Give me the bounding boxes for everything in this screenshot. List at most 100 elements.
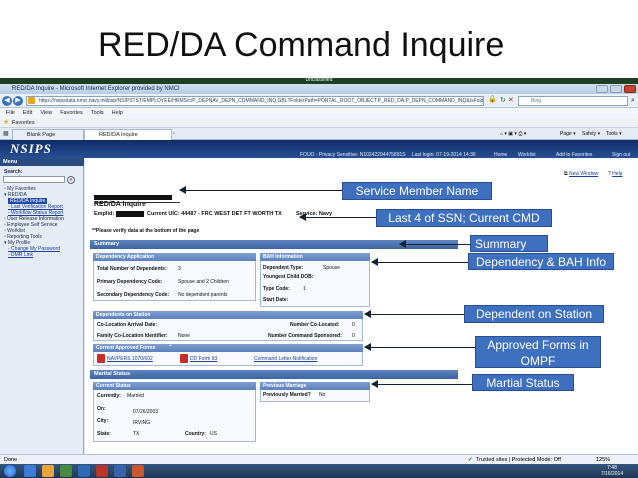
clock[interactable]: 7:48 7/16/2014 bbox=[590, 465, 634, 477]
youngest-child-dob-label: Youngest Child DOB: bbox=[263, 274, 314, 280]
callout-arrow-name bbox=[179, 186, 342, 194]
app-taskbar-icon[interactable] bbox=[60, 465, 72, 477]
callout-approved-forms-line2: OMPF bbox=[520, 354, 556, 368]
dependent-type-value: Spouse bbox=[323, 265, 340, 271]
menu-search-go-button[interactable]: » bbox=[67, 176, 75, 184]
callout-marital-status: Martial Status bbox=[472, 374, 574, 391]
minimize-button[interactable] bbox=[596, 85, 608, 93]
previously-married-label: Previously Married? bbox=[263, 392, 311, 398]
safety-menu[interactable]: Safety ▾ bbox=[582, 131, 600, 137]
status-bar: Done ✔ Trusted sites | Protected Mode: O… bbox=[0, 454, 638, 464]
callout-arrow-marital bbox=[371, 380, 472, 388]
back-arrow-icon[interactable]: ◀ bbox=[2, 96, 12, 106]
slide-title: RED/DA Command Inquire bbox=[98, 26, 505, 64]
nav-dmr-link[interactable]: - DMR Link bbox=[8, 252, 33, 258]
primary-dependency-label: Primary Dependency Code: bbox=[97, 279, 163, 285]
menu-header: Menu bbox=[0, 158, 84, 166]
state-value: TX bbox=[133, 431, 140, 437]
window-title: RED/DA Inquire - Microsoft Internet Expl… bbox=[0, 84, 638, 94]
redacted-member-name bbox=[94, 194, 172, 200]
verify-note: **Please verify data at the bottom of th… bbox=[92, 228, 200, 234]
heading-underline bbox=[94, 202, 180, 203]
callout-approved-forms: Approved Forms in OMPF bbox=[475, 336, 601, 368]
close-button[interactable] bbox=[624, 85, 636, 93]
callout-arrow-ssn bbox=[299, 213, 376, 221]
address-input[interactable]: https://nsipsdata.nmci.navy.mil/psp/NSIP… bbox=[26, 96, 484, 106]
refresh-icon[interactable]: ↻ bbox=[500, 96, 506, 105]
collapse-arrow-icon[interactable]: ⌃ bbox=[168, 344, 173, 352]
maximize-button[interactable] bbox=[610, 85, 622, 93]
current-uic: Current UIC: 44487 - FRC WEST DET FT WOR… bbox=[147, 211, 282, 217]
dependent-type-label: Dependent Type: bbox=[263, 265, 304, 271]
stop-icon[interactable]: ✕ bbox=[508, 96, 514, 105]
ie-taskbar-icon[interactable] bbox=[24, 465, 36, 477]
bah-information-header: BAH Information bbox=[260, 253, 370, 261]
menu-bar: File Edit View Favorites Tools Help bbox=[0, 108, 638, 118]
menu-help[interactable]: Help bbox=[112, 108, 123, 118]
star-icon[interactable]: ★ bbox=[3, 119, 9, 127]
menu-file[interactable]: File bbox=[6, 108, 15, 118]
current-status-header: Current Status bbox=[93, 382, 256, 390]
total-dependents-value: 3 bbox=[178, 266, 181, 272]
callout-ssn-cmd: Last 4 of SSN; Current CMD bbox=[376, 209, 552, 227]
search-input[interactable]: Bing bbox=[518, 96, 628, 106]
favorites-button[interactable]: Favorites bbox=[12, 118, 35, 128]
country-value: US bbox=[210, 431, 217, 437]
menu-favorites[interactable]: Favorites bbox=[60, 108, 83, 118]
lock-icon: 🔒 bbox=[488, 96, 497, 103]
number-sponsored-value: 0 bbox=[352, 333, 355, 339]
country-label: Country: bbox=[185, 431, 206, 437]
start-button-icon[interactable] bbox=[4, 465, 16, 477]
menu-view[interactable]: View bbox=[40, 108, 52, 118]
new-window-link[interactable]: ⧉ New Window bbox=[564, 171, 598, 177]
help-link[interactable]: ? Help bbox=[608, 171, 622, 177]
nsips-logo: NSIPS bbox=[10, 141, 52, 156]
new-tab-icon[interactable]: ▫ bbox=[173, 131, 175, 138]
navpers-form-link[interactable]: NAVPERS 1070/602 bbox=[107, 356, 153, 362]
callout-arrow-dependency bbox=[371, 258, 468, 266]
menu-edit[interactable]: Edit bbox=[23, 108, 32, 118]
primary-dependency-value: Spouse and 2 Children bbox=[178, 279, 229, 285]
redacted-emplid bbox=[116, 211, 144, 217]
word-taskbar-icon[interactable] bbox=[114, 465, 126, 477]
page-menu[interactable]: Page ▾ bbox=[560, 131, 576, 137]
tab-grid-icon[interactable]: ▦ bbox=[3, 130, 9, 138]
command-letter-link[interactable]: Command Letter Notification bbox=[254, 356, 317, 362]
family-colocation-label: Family Co-Location Identifier: bbox=[97, 333, 168, 339]
dd-form-93-link[interactable]: DD Form 93 bbox=[190, 356, 217, 362]
type-code-value: 1 bbox=[303, 286, 306, 292]
folder-taskbar-icon[interactable] bbox=[42, 465, 54, 477]
pdf-icon bbox=[97, 354, 105, 363]
callout-service-member-name: Service Member Name bbox=[342, 182, 492, 200]
menu-tools[interactable]: Tools bbox=[91, 108, 104, 118]
approved-forms-header: Current Approved Forms bbox=[93, 344, 363, 352]
colocation-arrival-label: Co-Location Arrival Date: bbox=[97, 322, 158, 328]
city-label: City: bbox=[97, 418, 109, 424]
total-dependents-label: Total Number of Dependents: bbox=[97, 266, 167, 272]
secondary-dependency-label: Secondary Dependency Code: bbox=[97, 292, 170, 298]
acrobat-taskbar-icon[interactable] bbox=[96, 465, 108, 477]
callout-dependent-on-station: Dependent on Station bbox=[464, 305, 604, 323]
search-icon[interactable]: ⌕ bbox=[631, 96, 635, 105]
menu-search-input[interactable] bbox=[3, 176, 65, 183]
callout-dependency-bah: Dependency & BAH Info bbox=[468, 253, 614, 270]
forward-arrow-icon[interactable]: ▶ bbox=[13, 96, 23, 106]
window-controls bbox=[596, 85, 636, 93]
previous-marriage-header: Previous Marriage bbox=[260, 382, 370, 390]
emplid-label: Emplid: bbox=[94, 211, 115, 217]
home-icon[interactable]: ⌂ ▾ ▣ ▾ ⎙ ▾ bbox=[500, 131, 526, 137]
classification-label: Unclassified bbox=[305, 77, 333, 83]
powerpoint-taskbar-icon[interactable] bbox=[132, 465, 144, 477]
tab-redda-inquire[interactable]: RED/DA Inquire bbox=[84, 129, 172, 140]
previously-married-value: No bbox=[319, 392, 326, 398]
tools-menu[interactable]: Tools ▾ bbox=[606, 131, 622, 137]
tab-blank-page[interactable]: Blank Page bbox=[12, 129, 84, 140]
currently-value: Married bbox=[127, 393, 144, 399]
dependents-on-station-header: Dependents on Station bbox=[93, 311, 363, 319]
callout-approved-forms-line1: Approved Forms in bbox=[487, 338, 589, 352]
on-date-value: 07/26/2003 bbox=[133, 409, 159, 415]
currently-label: Currently: bbox=[97, 393, 121, 399]
outlook-taskbar-icon[interactable] bbox=[78, 465, 90, 477]
start-date-label: Start Date: bbox=[263, 297, 289, 303]
type-code-label: Type Code: bbox=[263, 286, 290, 292]
